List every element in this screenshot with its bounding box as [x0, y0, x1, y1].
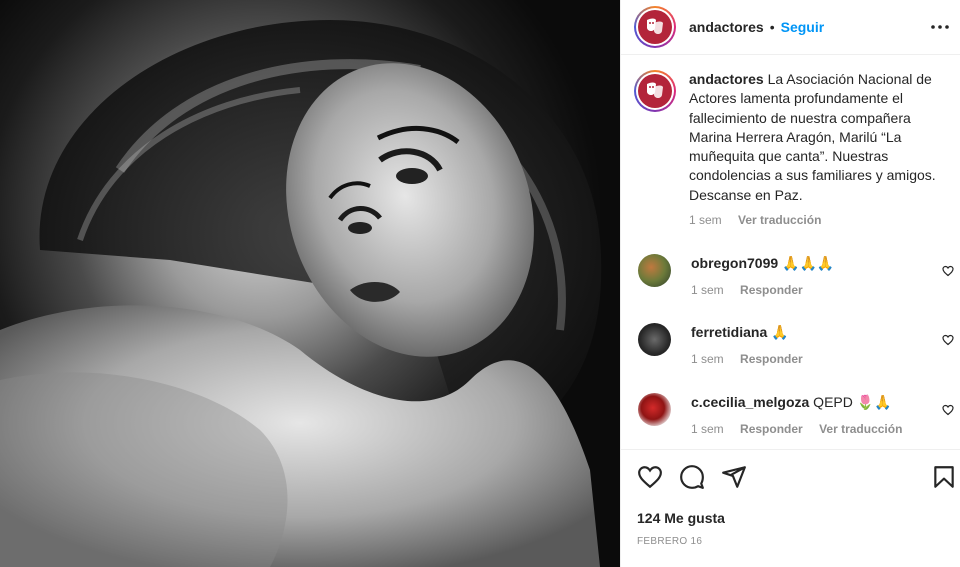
avatar[interactable]	[638, 254, 671, 287]
translate-link[interactable]: Ver traducción	[738, 213, 821, 227]
caption-time[interactable]: 1 sem	[689, 213, 722, 227]
theater-masks-icon	[638, 74, 672, 108]
reply-button[interactable]: Responder	[740, 422, 803, 436]
post-actions: 124 Me gusta FEBRERO 16	[621, 449, 960, 567]
comment-username[interactable]: c.cecilia_melgoza	[691, 394, 809, 410]
caption-username[interactable]: andactores	[689, 71, 764, 87]
heart-icon[interactable]	[942, 403, 954, 416]
more-horizontal-icon[interactable]	[929, 16, 951, 38]
post-side-panel: andactores • Seguir andactores La Asocia…	[620, 0, 960, 567]
reply-button[interactable]: Responder	[740, 352, 803, 366]
avatar[interactable]	[638, 323, 671, 356]
separator-dot: •	[769, 19, 775, 35]
comment-username[interactable]: obregon7099	[691, 255, 778, 271]
caption-meta: 1 sem Ver traducción	[689, 211, 949, 230]
bookmark-icon[interactable]	[931, 464, 957, 490]
comment-item: c.cecilia_melgoza QEPD 🌷🙏 1 sem Responde…	[638, 393, 958, 436]
follow-button[interactable]: Seguir	[781, 19, 825, 35]
caption-text: La Asociación Nacional de Actores lament…	[689, 71, 936, 203]
heart-icon[interactable]	[942, 264, 954, 277]
comment-time[interactable]: 1 sem	[691, 352, 724, 366]
theater-masks-icon	[638, 10, 672, 44]
comment-time[interactable]: 1 sem	[691, 283, 724, 297]
heart-icon[interactable]	[942, 333, 954, 346]
reply-button[interactable]: Responder	[740, 283, 803, 297]
post-date[interactable]: FEBRERO 16	[637, 536, 702, 547]
heart-icon[interactable]	[637, 464, 663, 490]
portrait-illustration	[0, 20, 602, 567]
comment-text: 🙏🙏🙏	[778, 255, 835, 271]
comment-username[interactable]: ferretidiana	[691, 324, 767, 340]
post-caption: andactores La Asociación Nacional de Act…	[634, 70, 954, 230]
comment-item: ferretidiana 🙏 1 sem Responder	[638, 323, 958, 366]
share-icon[interactable]	[721, 464, 747, 490]
avatar[interactable]	[638, 393, 671, 426]
comment-item: obregon7099 🙏🙏🙏 1 sem Responder	[638, 254, 958, 297]
comment-text: 🙏	[767, 324, 789, 340]
comment-time[interactable]: 1 sem	[691, 422, 724, 436]
likes-count[interactable]: 124 Me gusta	[637, 510, 725, 526]
avatar[interactable]	[634, 6, 676, 48]
header-username[interactable]: andactores	[689, 19, 764, 35]
post-photo[interactable]	[0, 0, 620, 567]
post-header: andactores • Seguir	[621, 0, 960, 55]
comment-icon[interactable]	[679, 464, 705, 490]
caption-avatar[interactable]	[634, 70, 676, 112]
caption-body: andactores La Asociación Nacional de Act…	[689, 70, 949, 230]
comment-text: QEPD 🌷🙏	[809, 394, 892, 410]
translate-link[interactable]: Ver traducción	[819, 422, 902, 436]
